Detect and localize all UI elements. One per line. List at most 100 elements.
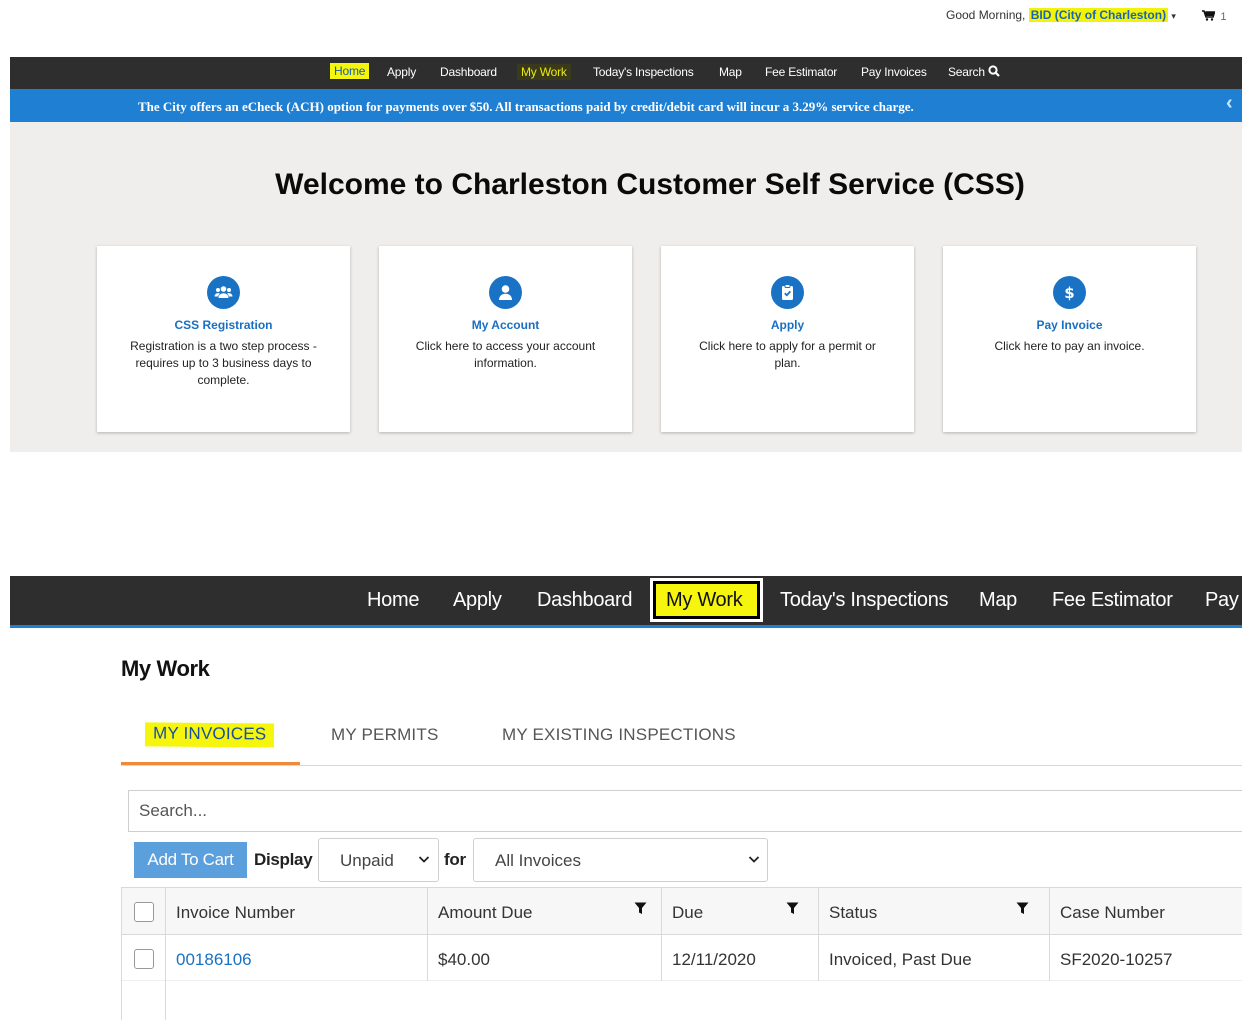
dollar-icon: $ bbox=[1053, 276, 1086, 309]
card-description: Click here to apply for a permit or plan… bbox=[699, 339, 876, 370]
announcement-text: The City offers an eCheck (ACH) option f… bbox=[138, 99, 914, 114]
chevron-down-icon[interactable]: ▾ bbox=[1171, 11, 1176, 21]
select-all-cell bbox=[122, 888, 166, 934]
invoice-link[interactable]: 00186106 bbox=[176, 950, 252, 970]
cart-icon bbox=[1202, 10, 1216, 21]
display-label: Display bbox=[254, 850, 313, 869]
search-icon bbox=[988, 65, 1000, 77]
column-amount-due[interactable]: Amount Due bbox=[428, 888, 662, 934]
active-tab-indicator bbox=[121, 762, 300, 765]
column-header-label: Due bbox=[672, 903, 704, 922]
nav-dashboard[interactable]: Dashboard bbox=[537, 589, 632, 612]
card-title: Apply bbox=[770, 318, 805, 332]
nav-my-work-label: My Work bbox=[656, 584, 757, 616]
nav-pay-invoices[interactable]: Pay Invoices bbox=[861, 65, 927, 79]
empty-row-cell bbox=[122, 981, 166, 1020]
filter-icon[interactable] bbox=[1016, 902, 1029, 915]
svg-text:$: $ bbox=[1064, 284, 1074, 302]
chevron-down-icon bbox=[748, 849, 760, 872]
column-divider bbox=[1049, 887, 1050, 981]
add-to-cart-button[interactable]: Add To Cart bbox=[134, 842, 247, 878]
greeting: Good Morning, BID (City of Charleston) ▾ bbox=[946, 8, 1176, 22]
card-description: Registration is a two step process - req… bbox=[130, 339, 317, 387]
table-header: Invoice Number Amount Due Due Status Cas… bbox=[122, 887, 1242, 935]
status-value: Invoiced, Past Due bbox=[829, 950, 972, 969]
cell-status: Invoiced, Past Due bbox=[819, 935, 1050, 980]
nav-fee-estimator[interactable]: Fee Estimator bbox=[765, 65, 837, 79]
users-icon bbox=[207, 276, 240, 309]
card-title: Pay Invoice bbox=[1036, 318, 1103, 332]
column-due[interactable]: Due bbox=[662, 888, 819, 934]
tab-my-invoices[interactable]: MY INVOICES bbox=[144, 722, 275, 748]
cell-due: 12/11/2020 bbox=[662, 935, 819, 980]
column-invoice-number[interactable]: Invoice Number bbox=[166, 888, 428, 934]
column-header-label: Amount Due bbox=[438, 903, 533, 922]
column-case-number[interactable]: Case Number bbox=[1050, 888, 1242, 934]
nav-map[interactable]: Map bbox=[979, 589, 1017, 612]
clipboard-check-icon bbox=[771, 276, 804, 309]
cell-amount-due: $40.00 bbox=[428, 935, 662, 980]
column-divider bbox=[818, 887, 819, 981]
card-pay-invoice[interactable]: $ Pay Invoice Click here to pay an invoi… bbox=[943, 246, 1196, 432]
filter-icon[interactable] bbox=[634, 902, 647, 915]
greeting-text: Good Morning, bbox=[946, 8, 1026, 22]
cart-link[interactable]: 1 bbox=[1202, 9, 1226, 23]
column-header-label: Invoice Number bbox=[176, 903, 296, 922]
display-select[interactable]: Unpaid bbox=[318, 838, 439, 882]
card-my-account[interactable]: My Account Click here to access your acc… bbox=[379, 246, 632, 432]
column-header-label: Case Number bbox=[1060, 903, 1165, 922]
card-description: Click here to pay an invoice. bbox=[994, 339, 1145, 353]
cell-invoice-number: 00186106 bbox=[166, 935, 428, 980]
hero-section: Welcome to Charleston Customer Self Serv… bbox=[10, 122, 1242, 452]
nav-home[interactable]: Home bbox=[330, 63, 370, 79]
row-checkbox[interactable] bbox=[134, 949, 154, 969]
nav-fee-estimator[interactable]: Fee Estimator bbox=[1052, 589, 1173, 612]
nav-search[interactable]: Search bbox=[948, 65, 1000, 79]
nav-dashboard[interactable]: Dashboard bbox=[440, 65, 497, 79]
card-title: CSS Registration bbox=[174, 318, 273, 332]
tab-my-permits[interactable]: MY PERMITS bbox=[331, 725, 438, 745]
nav-todays-inspections[interactable]: Today's Inspections bbox=[780, 589, 949, 612]
top-bar: Good Morning, BID (City of Charleston) ▾… bbox=[0, 0, 1242, 32]
amount-due-value: $40.00 bbox=[438, 950, 490, 969]
due-date-value: 12/11/2020 bbox=[672, 950, 756, 969]
announcement-banner: The City offers an eCheck (ACH) option f… bbox=[10, 89, 1242, 122]
search-box bbox=[128, 790, 1242, 832]
nav-apply[interactable]: Apply bbox=[387, 65, 416, 79]
user-menu[interactable]: BID (City of Charleston) bbox=[1028, 8, 1169, 22]
nav-map[interactable]: Map bbox=[719, 65, 742, 79]
for-select[interactable]: All Invoices bbox=[473, 838, 768, 882]
nav-my-work[interactable]: My Work bbox=[650, 578, 763, 622]
case-number-value: SF2020-10257 bbox=[1060, 950, 1173, 969]
card-description: Click here to access your account inform… bbox=[415, 339, 596, 370]
table-row[interactable]: 00186106 $40.00 12/11/2020 Invoiced, Pas… bbox=[122, 935, 1242, 981]
column-header-label: Status bbox=[829, 903, 878, 922]
column-status[interactable]: Status bbox=[819, 888, 1050, 934]
cell-case-number: SF2020-10257 bbox=[1050, 935, 1242, 980]
search-input[interactable] bbox=[129, 791, 1242, 831]
for-label: for bbox=[444, 850, 466, 869]
card-css-registration[interactable]: CSS Registration Registration is a two s… bbox=[97, 246, 350, 432]
tab-my-existing-inspections[interactable]: MY EXISTING INSPECTIONS bbox=[502, 725, 736, 745]
user-icon bbox=[489, 276, 522, 309]
column-divider bbox=[165, 887, 166, 981]
tab-bar: MY INVOICES MY PERMITS MY EXISTING INSPE… bbox=[121, 718, 1242, 766]
filter-icon[interactable] bbox=[786, 902, 799, 915]
card-title: My Account bbox=[471, 318, 540, 332]
nav-apply[interactable]: Apply bbox=[453, 589, 502, 612]
nav-todays-inspections[interactable]: Today's Inspections bbox=[593, 65, 694, 79]
for-select-value: All Invoices bbox=[495, 851, 581, 870]
card-apply[interactable]: Apply Click here to apply for a permit o… bbox=[661, 246, 914, 432]
chevron-left-icon[interactable]: ‹ bbox=[1226, 92, 1233, 115]
chevron-down-icon bbox=[418, 849, 430, 872]
main-nav-small: Home Apply Dashboard My Work Today's Ins… bbox=[10, 57, 1242, 89]
column-divider bbox=[427, 887, 428, 981]
nav-search-label: Search bbox=[948, 65, 985, 79]
invoice-table: Invoice Number Amount Due Due Status Cas… bbox=[121, 887, 1242, 1020]
section-title: My Work bbox=[121, 656, 210, 681]
nav-pay-invoices[interactable]: Pay bbox=[1205, 589, 1239, 612]
select-all-checkbox[interactable] bbox=[134, 902, 154, 922]
page-title: Welcome to Charleston Customer Self Serv… bbox=[275, 168, 1025, 201]
nav-my-work[interactable]: My Work bbox=[517, 64, 571, 80]
nav-home[interactable]: Home bbox=[367, 589, 419, 612]
